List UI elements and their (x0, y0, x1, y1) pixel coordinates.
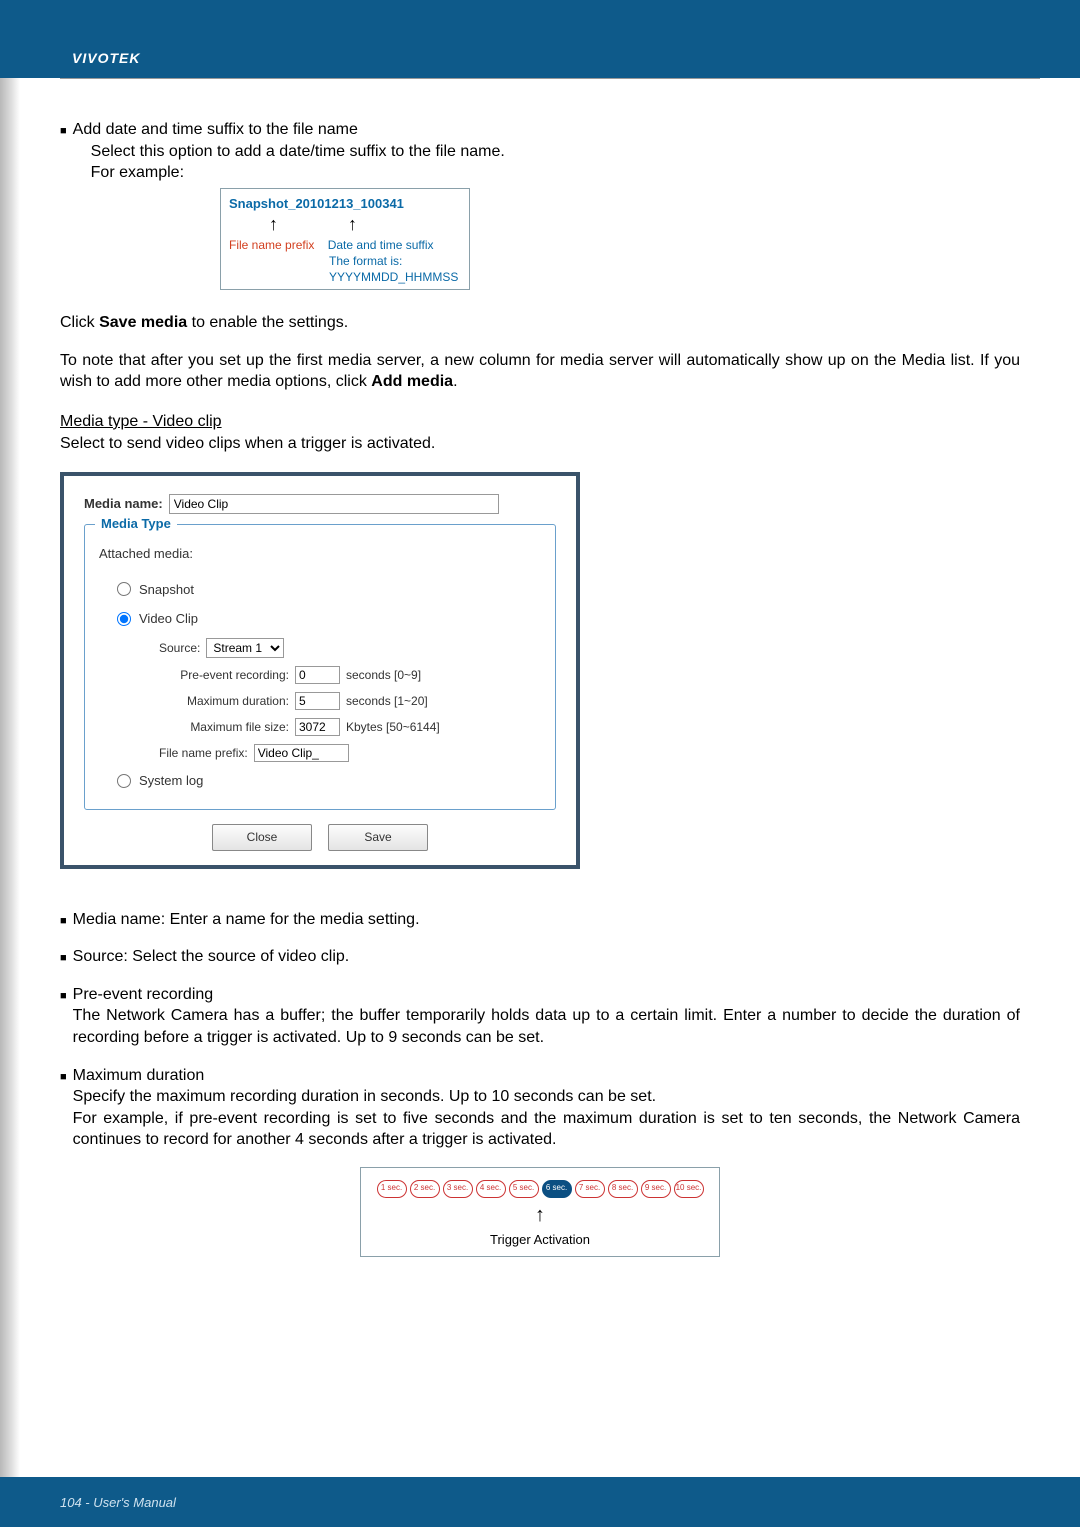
radio-systemlog[interactable] (117, 774, 131, 788)
save-media-bold: Save media (99, 314, 187, 331)
second-pill: 5 sec. (509, 1180, 539, 1198)
arrow-up-icon: ↑ (269, 212, 278, 236)
media-dialog: Media name: Media Type Attached media: S… (60, 472, 580, 868)
radio-systemlog-row[interactable]: System log (99, 766, 541, 796)
second-pill: 9 sec. (641, 1180, 671, 1198)
max-filesize-label: Maximum file size: (159, 719, 289, 735)
pre-event-input[interactable] (295, 666, 340, 684)
add-media-note: To note that after you set up the first … (60, 350, 1020, 393)
text: . (453, 373, 457, 390)
radio-snapshot-row[interactable]: Snapshot (99, 575, 541, 605)
note-maxdur-line1: Specify the maximum recording duration i… (73, 1086, 1020, 1108)
footer-text: 104 - User's Manual (60, 1495, 176, 1510)
second-pill: 10 sec. (674, 1180, 704, 1198)
filename-example-box: Snapshot_20101213_100341 ↑ ↑ File name p… (220, 188, 470, 290)
max-filesize-input[interactable] (295, 718, 340, 736)
pre-event-suffix: seconds [0~9] (346, 667, 421, 683)
second-pill: 2 sec. (410, 1180, 440, 1198)
seconds-row: 1 sec.2 sec.3 sec.4 sec.5 sec.6 sec.7 se… (371, 1180, 709, 1198)
square-bullet-icon: ■ (60, 119, 67, 184)
radio-videoclip[interactable] (117, 612, 131, 626)
intro-line1: Select this option to add a date/time su… (73, 141, 505, 163)
save-media-line: Click Save media to enable the settings. (60, 312, 1020, 334)
radio-snapshot-label: Snapshot (139, 581, 194, 599)
radio-systemlog-label: System log (139, 772, 203, 790)
source-label: Source: (159, 640, 200, 656)
arrow-up-icon: ↑ (371, 1202, 709, 1229)
square-bullet-icon: ■ (60, 984, 67, 1049)
radio-videoclip-row[interactable]: Video Clip (99, 604, 541, 634)
note-maxdur-line2: For example, if pre-event recording is s… (73, 1108, 1020, 1151)
second-pill: 6 sec. (542, 1180, 572, 1198)
example-filename: Snapshot_20101213_100341 (229, 195, 461, 213)
notes-section: ■ Media name: Enter a name for the media… (60, 909, 1020, 1151)
max-duration-input[interactable] (295, 692, 340, 710)
text: to enable the settings. (187, 314, 348, 331)
radio-snapshot[interactable] (117, 582, 131, 596)
page-header: VIVOTEK (0, 0, 1080, 78)
note-source: Source: Select the source of video clip. (73, 946, 350, 968)
text: To note that after you set up the first … (60, 352, 1020, 391)
second-pill: 4 sec. (476, 1180, 506, 1198)
attached-media-label: Attached media: (99, 545, 541, 563)
example-prefix-label: File name prefix (229, 237, 314, 253)
arrow-up-icon: ↑ (348, 212, 357, 236)
note-maxdur-title: Maximum duration (73, 1065, 1020, 1087)
trigger-activation-box: 1 sec.2 sec.3 sec.4 sec.5 sec.6 sec.7 se… (360, 1167, 720, 1258)
radio-videoclip-label: Video Clip (139, 610, 198, 628)
left-gradient-strip (0, 0, 20, 1527)
filename-prefix-input[interactable] (254, 744, 349, 762)
brand-logo: VIVOTEK (72, 50, 140, 66)
max-duration-label: Maximum duration: (159, 693, 289, 709)
page-footer: 104 - User's Manual (0, 1477, 1080, 1527)
save-button[interactable]: Save (328, 824, 428, 850)
pre-event-label: Pre-event recording: (159, 667, 289, 683)
max-duration-suffix: seconds [1~20] (346, 693, 428, 709)
media-type-legend: Media Type (95, 515, 177, 533)
note-preevent-body: The Network Camera has a buffer; the buf… (73, 1005, 1020, 1048)
max-filesize-suffix: Kbytes [50~6144] (346, 719, 440, 735)
second-pill: 7 sec. (575, 1180, 605, 1198)
media-name-label: Media name: (84, 495, 163, 513)
trigger-activation-label: Trigger Activation (371, 1231, 709, 1249)
intro-bullet: ■ Add date and time suffix to the file n… (60, 119, 1020, 184)
square-bullet-icon: ■ (60, 1065, 67, 1151)
example-arrows: ↑ ↑ (229, 212, 461, 236)
example-format-label: The format is: YYYYMMDD_HHMMSS (329, 253, 461, 285)
videoclip-fields: Source: Stream 1 Pre-event recording: se… (99, 634, 541, 766)
filename-prefix-label: File name prefix: (159, 745, 248, 761)
page-content: ■ Add date and time suffix to the file n… (0, 79, 1080, 1277)
media-type-sub: Select to send video clips when a trigge… (60, 433, 1020, 455)
second-pill: 3 sec. (443, 1180, 473, 1198)
close-button[interactable]: Close (212, 824, 312, 850)
note-preevent-title: Pre-event recording (73, 984, 1020, 1006)
media-type-fieldset: Media Type Attached media: Snapshot Vide… (84, 524, 556, 810)
add-media-bold: Add media (371, 373, 453, 390)
intro-title: Add date and time suffix to the file nam… (73, 119, 505, 141)
square-bullet-icon: ■ (60, 909, 67, 931)
source-select[interactable]: Stream 1 (206, 638, 284, 658)
second-pill: 1 sec. (377, 1180, 407, 1198)
intro-line2: For example: (73, 162, 505, 184)
square-bullet-icon: ■ (60, 946, 67, 968)
media-type-heading: Media type - Video clip (60, 411, 1020, 433)
text: Click (60, 314, 99, 331)
second-pill: 8 sec. (608, 1180, 638, 1198)
note-media-name: Media name: Enter a name for the media s… (73, 909, 420, 931)
media-name-input[interactable] (169, 494, 499, 514)
example-suffix-label: Date and time suffix (328, 237, 434, 253)
